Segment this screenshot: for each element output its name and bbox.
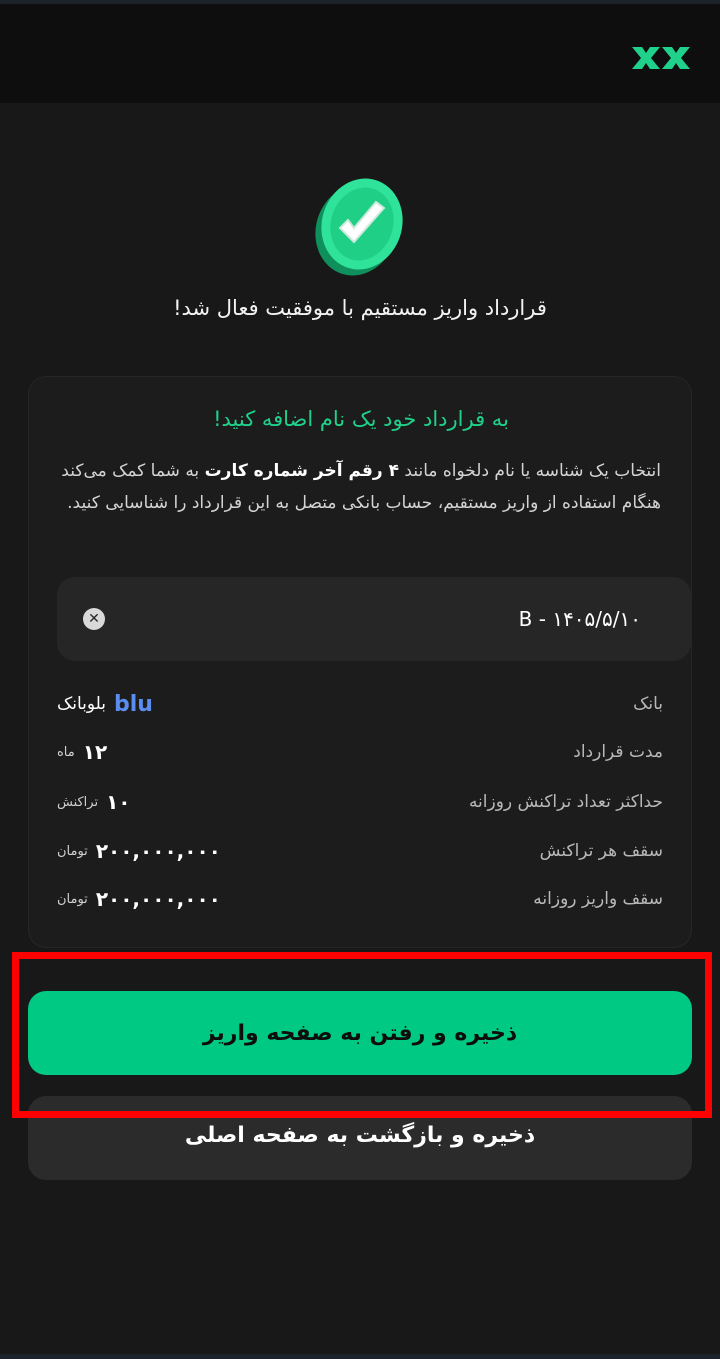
row-duration: مدت قرارداد ماه ۱۲ — [57, 737, 663, 767]
card-description: انتخاب یک شناسه یا نام دلخواه مانند ۴ رق… — [57, 455, 661, 519]
row-label: مدت قرارداد — [573, 742, 663, 762]
row-label: بانک — [633, 694, 663, 714]
row-value: بلوبانک blu — [57, 689, 159, 719]
desc-text-1: انتخاب یک شناسه یا نام دلخواه مانند — [399, 461, 661, 481]
row-value: تراکنش ۱۰ — [57, 787, 131, 817]
row-max-daily-transactions: حداکثر تعداد تراکنش روزانه تراکنش ۱۰ — [57, 787, 663, 817]
row-daily-deposit-limit: سقف واریز روزانه تومان ۲۰۰,۰۰۰,۰۰۰ — [57, 884, 663, 914]
blu-bank-icon: blu — [114, 691, 153, 717]
save-and-return-home-button[interactable]: ذخیره و بازگشت به صفحه اصلی — [28, 1096, 692, 1180]
xx-logo-icon[interactable] — [630, 44, 692, 72]
contract-card: به قرارداد خود یک نام اضافه کنید! انتخاب… — [28, 376, 692, 948]
contract-name-field[interactable]: ✕ — [57, 577, 691, 661]
value: ۱۲ — [82, 740, 108, 764]
top-bar — [0, 0, 720, 103]
unit: ماه — [57, 744, 75, 760]
row-label: سقف واریز روزانه — [533, 889, 663, 909]
bank-name: بلوبانک — [57, 694, 106, 714]
success-title: قرارداد واریز مستقیم با موفقیت فعال شد! — [173, 296, 547, 320]
unit: تراکنش — [57, 794, 99, 810]
row-value: تومان ۲۰۰,۰۰۰,۰۰۰ — [57, 836, 221, 866]
value: ۲۰۰,۰۰۰,۰۰۰ — [95, 839, 221, 863]
value: ۱۰ — [106, 790, 131, 814]
row-value: ماه ۱۲ — [57, 737, 107, 767]
value: ۲۰۰,۰۰۰,۰۰۰ — [95, 887, 221, 911]
page: قرارداد واریز مستقیم با موفقیت فعال شد! … — [0, 0, 720, 1359]
close-icon[interactable]: ✕ — [83, 608, 105, 630]
check-coin-icon — [315, 178, 403, 276]
row-value: تومان ۲۰۰,۰۰۰,۰۰۰ — [57, 884, 221, 914]
save-and-go-to-deposit-button[interactable]: ذخیره و رفتن به صفحه واریز — [28, 991, 692, 1075]
unit: تومان — [57, 891, 88, 907]
bottom-divider — [0, 1354, 720, 1359]
row-bank: بانک بلوبانک blu — [57, 689, 663, 719]
row-per-transaction-limit: سقف هر تراکنش تومان ۲۰۰,۰۰۰,۰۰۰ — [57, 836, 663, 866]
unit: تومان — [57, 843, 88, 859]
row-label: حداکثر تعداد تراکنش روزانه — [468, 792, 663, 812]
desc-text-bold: ۴ رقم آخر شماره کارت — [204, 461, 400, 481]
card-heading: به قرارداد خود یک نام اضافه کنید! — [213, 407, 509, 431]
row-label: سقف هر تراکنش — [539, 841, 663, 861]
contract-name-input[interactable] — [117, 577, 641, 661]
